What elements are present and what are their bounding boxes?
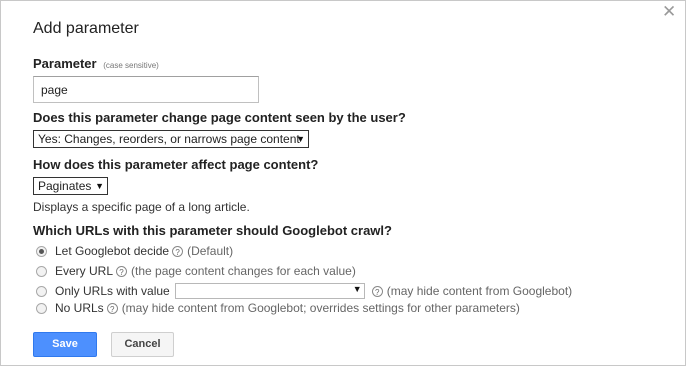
option-note: (Default) (187, 244, 234, 258)
radio-no-urls[interactable] (36, 302, 47, 314)
change-question: Does this parameter change page content … (33, 110, 406, 125)
dropdown-arrow-icon: ▼ (296, 134, 305, 144)
radio-every-url[interactable] (36, 265, 47, 277)
option-label: Let Googlebot decide (55, 244, 170, 258)
close-icon[interactable]: ✕ (662, 3, 676, 21)
option-note: (the page content changes for each value… (131, 264, 356, 278)
effect-description: Displays a specific page of a long artic… (33, 200, 250, 214)
option-note: (may hide content from Googlebot) (386, 284, 573, 298)
parameter-input[interactable] (33, 76, 259, 103)
effect-select[interactable]: Paginates ▼ (33, 177, 108, 195)
radio-let-googlebot-decide[interactable] (36, 245, 47, 257)
option-note: (may hide content from Googlebot; overri… (121, 301, 520, 315)
case-sensitive-hint: (case sensitive) (103, 61, 159, 70)
crawl-question: Which URLs with this parameter should Go… (33, 223, 392, 238)
dropdown-arrow-icon: ▼ (352, 284, 362, 294)
dialog-title: Add parameter (33, 20, 139, 37)
crawl-option-every-url[interactable]: Every URL ? (the page content changes fo… (36, 264, 356, 278)
radio-only-urls-with-value[interactable] (36, 285, 47, 297)
help-icon[interactable]: ? (371, 285, 383, 297)
parameter-label-text: Parameter (33, 56, 97, 71)
change-content-selected: Yes: Changes, reorders, or narrows page … (38, 132, 300, 146)
value-select[interactable]: ▼ (174, 283, 365, 299)
help-icon[interactable]: ? (116, 265, 128, 277)
add-parameter-dialog: ✕ Add parameter Parameter (case sensitiv… (0, 0, 686, 366)
crawl-option-no-urls[interactable]: No URLs ? (may hide content from Googleb… (36, 301, 520, 315)
help-icon[interactable]: ? (172, 245, 184, 257)
parameter-label: Parameter (case sensitive) (33, 56, 159, 71)
save-button[interactable]: Save (33, 332, 97, 357)
cancel-button[interactable]: Cancel (111, 332, 174, 357)
crawl-option-only-urls-with-value[interactable]: Only URLs with value ▼ ? (may hide conte… (36, 283, 572, 299)
dropdown-arrow-icon: ▼ (95, 181, 104, 191)
change-content-select[interactable]: Yes: Changes, reorders, or narrows page … (33, 130, 309, 148)
option-label: No URLs (55, 301, 104, 315)
option-label: Every URL (55, 264, 114, 278)
effect-selected: Paginates (38, 179, 92, 193)
option-label: Only URLs with value (55, 284, 170, 298)
crawl-option-let-googlebot-decide[interactable]: Let Googlebot decide ? (Default) (36, 244, 233, 258)
help-icon[interactable]: ? (106, 302, 118, 314)
effect-question: How does this parameter affect page cont… (33, 157, 319, 172)
